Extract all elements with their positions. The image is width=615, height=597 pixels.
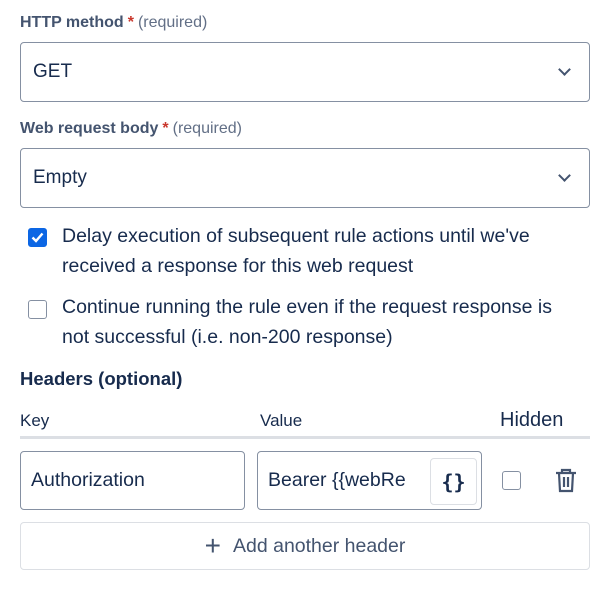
value-text: Bearer {{webRe <box>268 469 406 491</box>
add-header-button[interactable]: + Add another header <box>20 522 590 570</box>
chevron-down-icon <box>558 169 571 182</box>
body-select[interactable]: Empty <box>20 148 590 208</box>
header-divider <box>20 436 590 439</box>
required-mark: * <box>127 14 134 31</box>
required-text: (required) <box>172 120 242 137</box>
check-icon <box>31 232 44 243</box>
headers-title: Headers (optional) <box>20 368 183 389</box>
column-value: Value <box>260 411 303 430</box>
plus-icon: + <box>204 530 221 561</box>
column-hidden: Hidden <box>500 409 564 431</box>
header-key-input[interactable]: Authorization <box>20 451 245 510</box>
smart-value-button[interactable]: {} <box>430 458 477 505</box>
continue-running-checkbox[interactable] <box>28 300 47 319</box>
required-mark: * <box>162 120 169 137</box>
header-value-input[interactable]: Bearer {{webRe {} <box>257 451 482 510</box>
http-method-select[interactable]: GET <box>20 42 590 102</box>
label-text: Web request body <box>20 120 159 137</box>
key-value: Authorization <box>31 469 145 491</box>
column-key: Key <box>20 411 50 430</box>
delay-execution-checkbox[interactable] <box>28 228 47 247</box>
trash-icon[interactable] <box>555 468 577 493</box>
hidden-checkbox[interactable] <box>502 471 521 490</box>
selected-value: Empty <box>33 167 87 188</box>
selected-value: GET <box>33 61 73 82</box>
chevron-down-icon <box>558 63 571 76</box>
http-method-label: HTTP method * (required) <box>20 14 207 32</box>
add-header-label: Add another header <box>232 534 406 557</box>
label-text: HTTP method <box>20 14 124 31</box>
required-text: (required) <box>137 14 208 31</box>
body-label: Web request body * (required) <box>20 120 242 138</box>
continue-running-label[interactable]: Continue running the rule even if the re… <box>62 292 582 352</box>
delay-execution-label[interactable]: Delay execution of subsequent rule actio… <box>62 221 582 281</box>
